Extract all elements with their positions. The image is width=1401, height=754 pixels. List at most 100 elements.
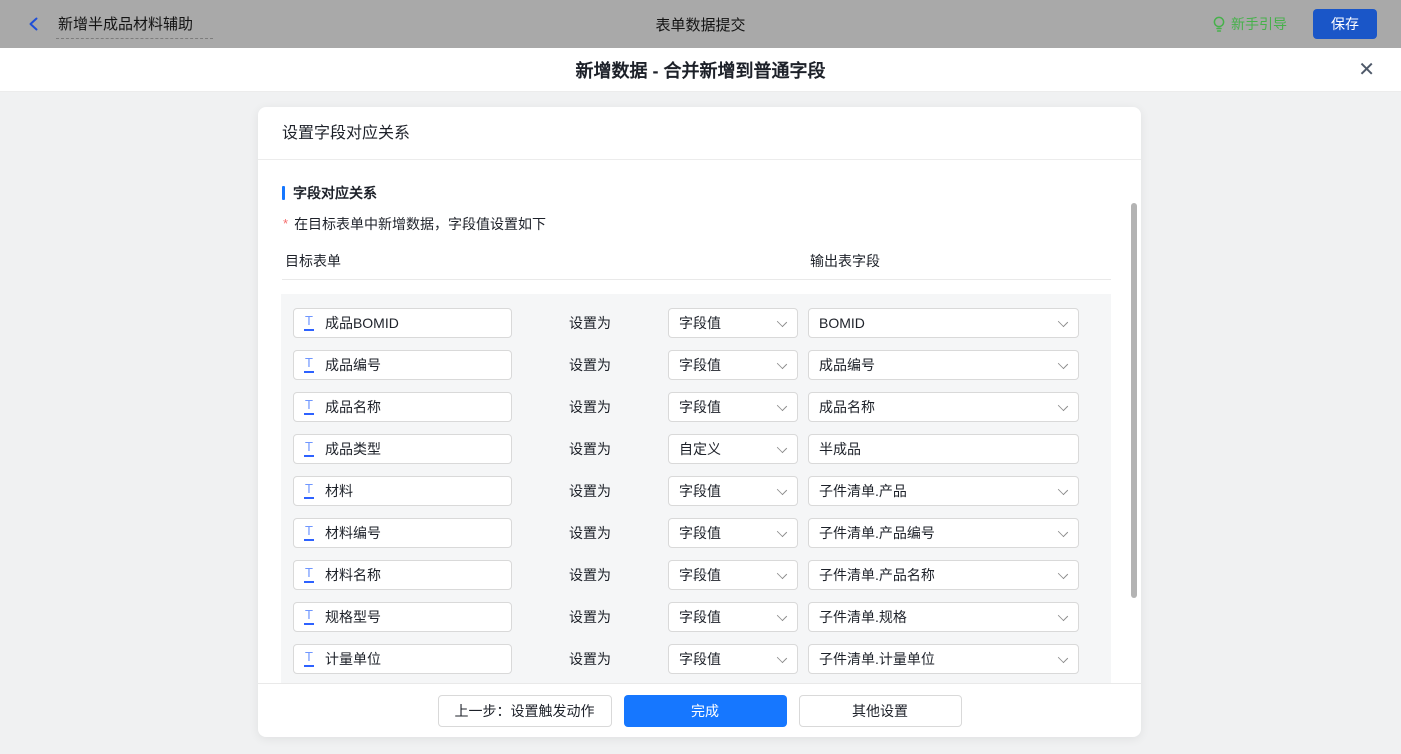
target-field-label: 材料编号 bbox=[324, 525, 381, 541]
prev-step-button[interactable]: 上一步：设置触发动作 bbox=[437, 694, 612, 727]
set-as-label: 设置为 bbox=[569, 315, 611, 331]
value-mode-select[interactable]: 自定义 bbox=[668, 434, 798, 464]
target-field-box: T 材料编号 bbox=[293, 518, 512, 548]
value-mode-label: 字段值 bbox=[679, 315, 721, 331]
chevron-down-icon bbox=[1057, 610, 1069, 622]
table-row: T 成品名称 设置为 字段值 成品名称 bbox=[281, 392, 1111, 434]
chevron-down-icon bbox=[1057, 358, 1069, 370]
beginner-guide-label: 新手引导 bbox=[1231, 16, 1287, 32]
value-mode-label: 字段值 bbox=[679, 399, 721, 415]
text-field-icon: T bbox=[304, 608, 314, 625]
column-header-target-form: 目标表单 bbox=[285, 253, 341, 269]
table-row: T 材料名称 设置为 字段值 子件清单.产品名称 bbox=[281, 560, 1111, 602]
section-header: 字段对应关系 bbox=[282, 183, 1141, 203]
target-field-label: 计量单位 bbox=[324, 651, 381, 667]
section-title: 字段对应关系 bbox=[293, 185, 377, 201]
target-field-box: T 成品类型 bbox=[293, 434, 512, 464]
output-field-select[interactable]: 成品编号 bbox=[808, 350, 1079, 380]
table-row: T 材料编号 设置为 字段值 子件清单.产品编号 bbox=[281, 518, 1111, 560]
set-as-label: 设置为 bbox=[569, 651, 611, 667]
output-field-select[interactable]: 子件清单.产品 bbox=[808, 476, 1079, 506]
value-mode-label: 字段值 bbox=[679, 567, 721, 583]
value-mode-select[interactable]: 字段值 bbox=[668, 350, 798, 380]
text-field-icon: T bbox=[304, 566, 314, 583]
table-row: T 成品BOMID 设置为 字段值 BOMID bbox=[281, 308, 1111, 350]
target-field-label: 成品名称 bbox=[324, 399, 381, 415]
value-mode-select[interactable]: 字段值 bbox=[668, 644, 798, 674]
target-field-label: 成品BOMID bbox=[324, 315, 399, 331]
card-header-title: 设置字段对应关系 bbox=[258, 107, 1141, 160]
output-field-select[interactable]: 子件清单.产品编号 bbox=[808, 518, 1079, 548]
chevron-down-icon bbox=[1057, 400, 1069, 412]
set-as-label: 设置为 bbox=[569, 357, 611, 373]
chevron-down-icon bbox=[776, 400, 788, 412]
value-mode-label: 自定义 bbox=[679, 441, 721, 457]
target-field-box: T 材料名称 bbox=[293, 560, 512, 590]
set-as-label: 设置为 bbox=[569, 483, 611, 499]
value-mode-select[interactable]: 字段值 bbox=[668, 476, 798, 506]
output-field-select[interactable]: 成品名称 bbox=[808, 392, 1079, 422]
value-mode-label: 字段值 bbox=[679, 651, 721, 667]
beginner-guide-link[interactable]: 新手引导 bbox=[1212, 14, 1287, 34]
custom-value-input[interactable]: 半成品 bbox=[808, 434, 1079, 464]
output-field-label: 子件清单.产品编号 bbox=[819, 525, 935, 541]
text-field-icon: T bbox=[304, 314, 314, 331]
other-settings-button[interactable]: 其他设置 bbox=[798, 694, 962, 727]
document-title[interactable]: 新增半成品材料辅助 bbox=[56, 10, 214, 39]
table-row: T 规格型号 设置为 字段值 子件清单.规格 bbox=[281, 602, 1111, 644]
chevron-down-icon bbox=[1057, 484, 1069, 496]
chevron-down-icon bbox=[1057, 568, 1069, 580]
value-mode-label: 字段值 bbox=[679, 483, 721, 499]
lightbulb-icon bbox=[1212, 16, 1226, 32]
set-as-label: 设置为 bbox=[569, 525, 611, 541]
target-field-label: 材料名称 bbox=[324, 567, 381, 583]
value-mode-select[interactable]: 字段值 bbox=[668, 560, 798, 590]
output-field-select[interactable]: BOMID bbox=[808, 308, 1079, 338]
output-field-label: 成品编号 bbox=[819, 357, 875, 373]
text-field-icon: T bbox=[304, 398, 314, 415]
text-field-icon: T bbox=[304, 650, 314, 667]
column-headers: 目标表单 输出表字段 bbox=[282, 251, 1111, 280]
output-field-select[interactable]: 子件清单.产品名称 bbox=[808, 560, 1079, 590]
value-mode-select[interactable]: 字段值 bbox=[668, 518, 798, 548]
output-field-label: 子件清单.产品 bbox=[819, 483, 907, 499]
card-footer: 上一步：设置触发动作 完成 其他设置 bbox=[258, 683, 1141, 737]
modal-header: 新增数据 - 合并新增到普通字段 ✕ bbox=[0, 48, 1401, 92]
value-mode-select[interactable]: 字段值 bbox=[668, 308, 798, 338]
required-asterisk: * bbox=[283, 216, 289, 231]
set-as-label: 设置为 bbox=[569, 567, 611, 583]
text-field-icon: T bbox=[304, 356, 314, 373]
save-button[interactable]: 保存 bbox=[1313, 9, 1377, 39]
output-field-label: BOMID bbox=[819, 315, 865, 331]
section-accent-bar bbox=[282, 186, 285, 200]
value-mode-label: 字段值 bbox=[679, 609, 721, 625]
section-note-text: 在目标表单中新增数据，字段值设置如下 bbox=[294, 216, 547, 232]
target-field-label: 成品编号 bbox=[324, 357, 381, 373]
chevron-down-icon bbox=[776, 652, 788, 664]
value-mode-select[interactable]: 字段值 bbox=[668, 602, 798, 632]
value-mode-select[interactable]: 字段值 bbox=[668, 392, 798, 422]
output-field-label: 子件清单.产品名称 bbox=[819, 567, 935, 583]
chevron-down-icon bbox=[1057, 652, 1069, 664]
target-field-box: T 计量单位 bbox=[293, 644, 512, 674]
target-field-label: 成品类型 bbox=[324, 441, 381, 457]
text-field-icon: T bbox=[304, 524, 314, 541]
output-field-select[interactable]: 子件清单.计量单位 bbox=[808, 644, 1079, 674]
output-field-label: 半成品 bbox=[819, 441, 861, 457]
close-icon[interactable]: ✕ bbox=[1358, 56, 1375, 84]
card-body: 字段对应关系 * 在目标表单中新增数据，字段值设置如下 目标表单 输出表字段 T… bbox=[258, 160, 1141, 683]
chevron-down-icon bbox=[776, 316, 788, 328]
vertical-scrollbar-thumb[interactable] bbox=[1131, 203, 1137, 598]
chevron-down-icon bbox=[776, 484, 788, 496]
target-field-box: T 成品编号 bbox=[293, 350, 512, 380]
output-field-label: 子件清单.规格 bbox=[819, 609, 907, 625]
finish-button[interactable]: 完成 bbox=[623, 694, 787, 727]
back-icon[interactable] bbox=[26, 16, 42, 32]
output-field-label: 子件清单.计量单位 bbox=[819, 651, 935, 667]
output-field-select[interactable]: 子件清单.规格 bbox=[808, 602, 1079, 632]
column-header-output-field: 输出表字段 bbox=[810, 253, 880, 269]
table-row: T 成品类型 设置为 自定义 半成品 bbox=[281, 434, 1111, 476]
value-mode-label: 字段值 bbox=[679, 525, 721, 541]
target-field-box: T 成品名称 bbox=[293, 392, 512, 422]
section-note: * 在目标表单中新增数据，字段值设置如下 bbox=[283, 214, 1141, 234]
